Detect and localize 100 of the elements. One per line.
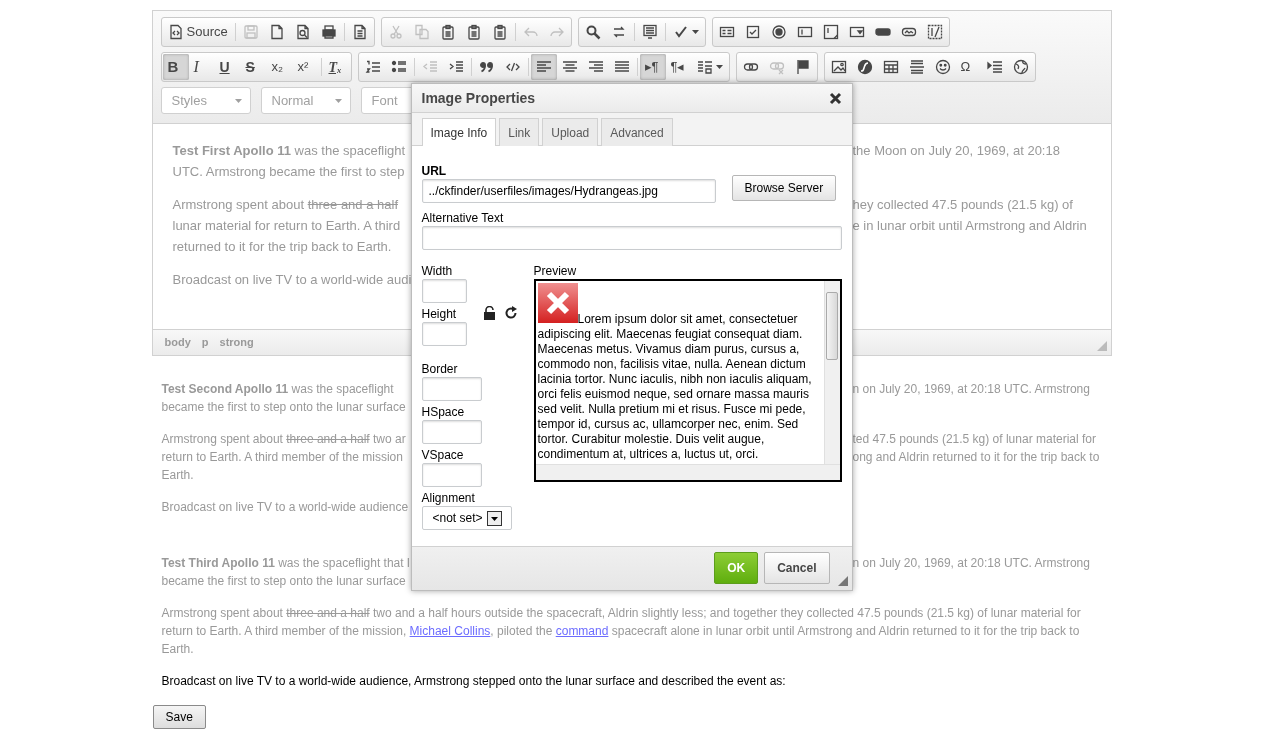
field-label: Alternative Text bbox=[421, 211, 505, 225]
toolbar-button[interactable]: Ω bbox=[955, 54, 982, 80]
checkbox-icon bbox=[744, 24, 761, 40]
paragraph-text: hey collected 47.5 pounds (21.5 kg) of bbox=[852, 196, 1074, 214]
dialog-tab[interactable]: Advanced bbox=[601, 118, 673, 146]
toolbar-button[interactable]: ▸¶ bbox=[639, 54, 666, 80]
table-icon bbox=[882, 59, 899, 75]
paragraph-text: n on July 20, 1969, at 20:18 UTC. Armstrong bbox=[852, 381, 1091, 398]
dialog-tab[interactable]: Link bbox=[499, 118, 540, 146]
paragraph-text: ted 47.5 pounds (21.5 kg) of lunar material for bbox=[852, 431, 1097, 448]
height-field[interactable] bbox=[421, 322, 467, 346]
broken-link-icon bbox=[768, 59, 785, 75]
toolbar-button[interactable] bbox=[530, 54, 557, 80]
toolbar-button[interactable]: Tₓ bbox=[323, 54, 350, 80]
paragraph-text: lunar material for return to Earth. A third bbox=[172, 217, 402, 235]
horizontal-scrollbar[interactable] bbox=[535, 464, 840, 480]
form-icon bbox=[718, 24, 735, 40]
padlock-icon[interactable] bbox=[482, 306, 496, 320]
field-label: Width bbox=[421, 264, 454, 278]
resize-grip-icon bbox=[837, 576, 848, 586]
indent-icon bbox=[447, 59, 464, 75]
blank-page-icon bbox=[268, 24, 285, 40]
flag-icon bbox=[794, 59, 811, 75]
alignment-select[interactable]: <not set> bbox=[421, 506, 512, 530]
field-label: URL bbox=[421, 164, 448, 178]
toolbar-button[interactable]: U bbox=[214, 54, 241, 80]
url-field[interactable]: ../ckfinder/userfiles/images/Hydrangeas.jpg bbox=[421, 179, 716, 203]
paragraph-text: Earth. bbox=[161, 467, 195, 484]
align-right-icon bbox=[587, 59, 604, 75]
printer-icon bbox=[320, 24, 337, 40]
image-icon bbox=[830, 59, 847, 75]
clipboard-icon bbox=[491, 24, 508, 40]
toolbar-button[interactable]: x₂ bbox=[266, 54, 293, 80]
field-label: Border bbox=[421, 362, 459, 376]
scissors-icon bbox=[387, 24, 404, 40]
outdent-icon bbox=[421, 59, 438, 75]
dialog-tab[interactable]: Upload bbox=[542, 118, 599, 146]
save-button[interactable]: Save bbox=[152, 705, 206, 729]
paragraph-text: Broadcast on live TV to a world-wide audience bbox=[161, 499, 410, 516]
justify-icon bbox=[613, 59, 630, 75]
paragraph-text: Test First Apollo 11 was the spaceflight bbox=[172, 142, 407, 160]
toolbar-button[interactable]: ¶◂ bbox=[665, 54, 692, 80]
numbered-list-icon bbox=[364, 59, 381, 75]
clipboard-icon bbox=[439, 24, 456, 40]
paragraph-text: Armstrong spent about three and a half two ar bbox=[161, 431, 407, 448]
paragraph-text: returned to it for the trip back to Earth. bbox=[172, 238, 393, 256]
toolbar-button[interactable]: B bbox=[162, 54, 189, 80]
toolbar-button[interactable]: Source bbox=[162, 19, 233, 45]
page-lines-icon bbox=[351, 24, 368, 40]
text-block-icon bbox=[641, 24, 658, 40]
toolbar-button[interactable]: I bbox=[188, 54, 215, 80]
vspace-field[interactable] bbox=[421, 463, 482, 487]
hspace-field[interactable] bbox=[421, 420, 482, 444]
field-label: HSpace bbox=[421, 405, 466, 419]
globe-icon bbox=[1012, 59, 1029, 75]
cancel-button[interactable]: Cancel bbox=[764, 552, 830, 584]
page-magnifier-icon bbox=[294, 24, 311, 40]
field-label: Alignment bbox=[421, 491, 476, 505]
align-left-icon bbox=[535, 59, 552, 75]
paragraph-text: ong and Aldrin returned to it for the trip back to bbox=[852, 449, 1101, 466]
width-field[interactable] bbox=[421, 279, 467, 303]
toolbar-button[interactable]: x² bbox=[292, 54, 319, 80]
dropdown-icon bbox=[848, 24, 865, 40]
text-link[interactable]: command bbox=[555, 624, 609, 638]
paragraph-text: Armstrong spent about three and a half bbox=[172, 196, 399, 214]
close-icon bbox=[828, 92, 842, 106]
preview-text: Lorem ipsum dolor sit amet, consectetuer adipiscing elit. Maecenas feugiat consequat diam. Maecenas metus. Vivamus diam purus, cursus a, commodo non, facilisis vitae, nulla. Aenean dictum lacinia tortor. Nunc iaculis, nibh non iaculis aliquam, orci felis euismod neque, sed ornare massa mauris sed velit. Nulla pretium mi et risus. Fusce mi pede, tempor id, cursus ac, ullamcorper nec, enim. Sed tortor. Curabitur molestie. Duis velit augue, condimentum at, ultrices a, luctus ut, orci. bbox=[537, 312, 812, 461]
smiley-icon bbox=[934, 59, 951, 75]
page-break-icon bbox=[986, 59, 1003, 75]
bulleted-list-icon bbox=[390, 59, 407, 75]
reset-icon[interactable] bbox=[503, 306, 518, 320]
broken-image-icon bbox=[537, 283, 578, 323]
field-label: Height bbox=[421, 307, 458, 321]
search-icon bbox=[584, 24, 601, 40]
caret-icon bbox=[334, 98, 342, 103]
browse-server-button[interactable]: Browse Server bbox=[731, 175, 837, 201]
paragraph-text: Test Second Apollo 11 was the spaceflight bbox=[161, 381, 395, 398]
paragraph-text: became the first to step onto the lunar surface bbox=[161, 399, 407, 416]
paragraph-text: became the first to step onto the lunar surface bbox=[161, 573, 407, 590]
hidden-field-icon bbox=[926, 24, 943, 40]
border-field[interactable] bbox=[421, 377, 482, 401]
radio-icon bbox=[770, 24, 787, 40]
horizontal-rule-icon bbox=[908, 59, 925, 75]
paragraph-text: Broadcast on live TV to a world-wide audience, Armstrong stepped onto the lunar surface and described the event as: bbox=[161, 673, 787, 690]
clipboard-icon bbox=[465, 24, 482, 40]
field-label: VSpace bbox=[421, 448, 465, 462]
paragraph-text: Broadcast on live TV to a world-wide audi bbox=[172, 271, 410, 289]
alt-text-field[interactable] bbox=[421, 226, 842, 250]
dialog-tab[interactable]: Image Info bbox=[421, 118, 497, 146]
vertical-scrollbar[interactable] bbox=[823, 281, 840, 464]
paragraph-text: UTC. Armstrong became the first to step bbox=[172, 163, 406, 181]
align-center-icon bbox=[561, 59, 578, 75]
caret-icon bbox=[691, 30, 699, 34]
field-label: Preview bbox=[533, 264, 578, 278]
paragraph-text: Test Third Apollo 11 was the spaceflight that l bbox=[161, 555, 410, 572]
two-pages-icon bbox=[413, 24, 430, 40]
toolbar-button[interactable]: S bbox=[240, 54, 267, 80]
quote-icon bbox=[478, 59, 495, 75]
paragraph-text: return to Earth. A third member of the mission bbox=[161, 449, 404, 466]
paragraph-text: e in lunar orbit until Armstrong and Aldrin bbox=[852, 217, 1088, 235]
